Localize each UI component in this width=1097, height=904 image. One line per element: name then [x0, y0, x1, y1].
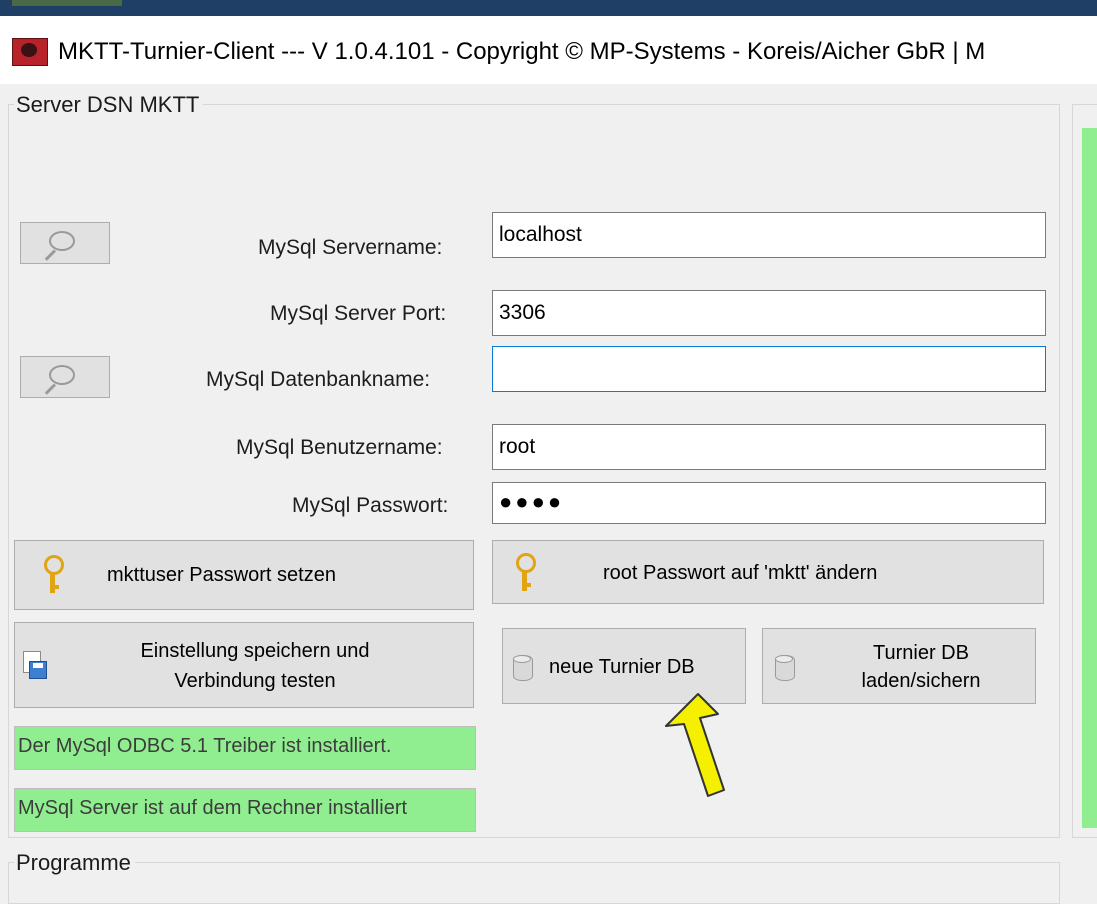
window-top-strip: [0, 0, 1097, 16]
username-input[interactable]: [492, 424, 1046, 470]
server-dsn-group-label: Server DSN MKTT: [14, 92, 204, 118]
app-icon: [12, 38, 48, 66]
servername-label: MySql Servername:: [258, 236, 443, 259]
password-label: MySql Passwort:: [292, 494, 449, 517]
load-save-tournament-db-button[interactable]: Turnier DB laden/sichern: [762, 628, 1036, 704]
database-icon: [513, 655, 533, 681]
load-save-line2: laden/sichern: [861, 670, 981, 692]
load-save-line1: Turnier DB: [873, 642, 969, 664]
programs-group-label: Programme: [14, 850, 135, 876]
database-icon: [775, 655, 795, 681]
dbname-input[interactable]: [492, 346, 1046, 392]
save-and-test-line1: Einstellung speichern und: [140, 640, 370, 662]
root-password-button[interactable]: root Passwort auf 'mktt' ändern: [492, 540, 1044, 604]
odbc-status: Der MySql ODBC 5.1 Treiber ist installie…: [14, 726, 476, 770]
browse-servername-button[interactable]: [20, 222, 110, 264]
window-title: MKTT-Turnier-Client --- V 1.0.4.101 - Co…: [58, 38, 986, 65]
key-icon: [41, 555, 64, 595]
new-tournament-db-label: neue Turnier DB: [549, 656, 695, 678]
save-and-test-line2: Verbindung testen: [174, 670, 336, 692]
programs-groupbox: [8, 862, 1060, 904]
search-icon: [49, 231, 75, 251]
taskbar-fragment: [12, 0, 122, 6]
save-icon: [23, 651, 47, 679]
server-status: MySql Server ist auf dem Rechner install…: [14, 788, 476, 832]
browse-dbname-button[interactable]: [20, 356, 110, 398]
pointer-arrow: [665, 693, 725, 797]
save-and-test-button[interactable]: Einstellung speichern und Verbindung tes…: [14, 622, 474, 708]
mkttuser-password-label: mkttuser Passwort setzen: [107, 564, 336, 586]
port-input[interactable]: [492, 290, 1046, 336]
port-label: MySql Server Port:: [270, 302, 447, 325]
mkttuser-password-button[interactable]: mkttuser Passwort setzen: [14, 540, 474, 610]
username-label: MySql Benutzername:: [236, 436, 443, 459]
root-password-label: root Passwort auf 'mktt' ändern: [603, 562, 878, 584]
servername-input[interactable]: [492, 212, 1046, 258]
status-indicator-bar: [1082, 128, 1097, 828]
key-icon: [513, 553, 536, 593]
search-icon: [49, 365, 75, 385]
title-bar: MKTT-Turnier-Client --- V 1.0.4.101 - Co…: [0, 16, 1097, 84]
dbname-label: MySql Datenbankname:: [206, 368, 431, 391]
password-input[interactable]: ●●●●: [492, 482, 1046, 524]
